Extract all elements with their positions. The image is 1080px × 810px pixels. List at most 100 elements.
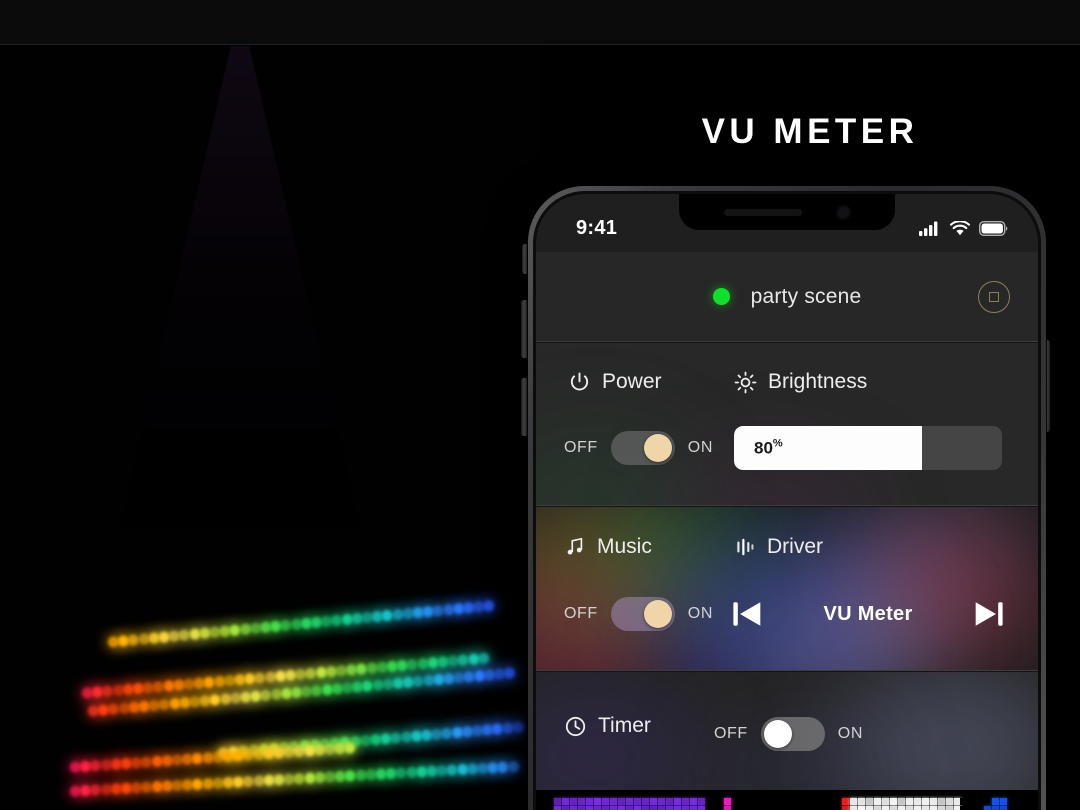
timer-label-row: Timer bbox=[564, 714, 651, 738]
skip-next-icon[interactable] bbox=[970, 595, 1008, 633]
led-matrix-cell bbox=[898, 806, 905, 810]
led-matrix-cell bbox=[866, 798, 873, 805]
led-matrix-cell bbox=[578, 806, 585, 810]
power-toggle-knob bbox=[644, 434, 672, 462]
led-matrix-cell bbox=[626, 806, 633, 810]
led-matrix-cell bbox=[850, 798, 857, 805]
led-matrix-cell bbox=[906, 806, 913, 810]
led-matrix-cell bbox=[666, 806, 673, 810]
led-matrix-cell bbox=[914, 806, 921, 810]
led-matrix-segment bbox=[554, 798, 705, 810]
stop-record-icon[interactable] bbox=[978, 281, 1010, 313]
volume-down-button[interactable] bbox=[521, 378, 527, 436]
led-matrix-cell bbox=[946, 806, 953, 810]
equalizer-icon bbox=[734, 536, 756, 558]
volume-up-button[interactable] bbox=[521, 300, 527, 358]
timer-label: Timer bbox=[598, 714, 651, 738]
led-matrix-cell bbox=[842, 806, 849, 810]
led-matrix-cell bbox=[984, 798, 991, 805]
page-title: VU METER bbox=[540, 112, 1080, 152]
led-bars bbox=[0, 46, 540, 810]
led-matrix-segment bbox=[826, 798, 849, 810]
led-matrix-cell bbox=[930, 798, 937, 805]
power-label-row: Power bbox=[568, 370, 662, 394]
music-off-label: OFF bbox=[564, 605, 598, 623]
skip-previous-icon[interactable] bbox=[728, 595, 766, 633]
led-matrix-cell bbox=[898, 798, 905, 805]
led-matrix-segment bbox=[960, 798, 1007, 810]
power-on-label: ON bbox=[688, 439, 713, 457]
led-matrix-cell bbox=[968, 806, 975, 810]
led-matrix-cell bbox=[858, 806, 865, 810]
brightness-label-row: Brightness bbox=[734, 370, 867, 394]
led-matrix-cell bbox=[922, 798, 929, 805]
earpiece-speaker-icon bbox=[724, 209, 802, 216]
led-matrix-cell bbox=[594, 806, 601, 810]
silent-switch[interactable] bbox=[522, 244, 527, 274]
top-bar bbox=[0, 0, 1080, 45]
clock-icon bbox=[564, 715, 587, 738]
music-on-label: ON bbox=[688, 605, 713, 623]
led-matrix-cell bbox=[906, 798, 913, 805]
power-label: Power bbox=[602, 370, 662, 394]
brightness-value: 80% bbox=[754, 438, 783, 459]
led-matrix-cell bbox=[866, 806, 873, 810]
led-matrix-cell bbox=[874, 798, 881, 805]
led-matrix-cell bbox=[882, 798, 889, 805]
led-matrix-cell bbox=[650, 798, 657, 805]
power-icon bbox=[568, 371, 591, 394]
led-matrix-cell bbox=[946, 798, 953, 805]
phone-device: 9:41 party scene Power Brightness OFF ON… bbox=[528, 186, 1046, 810]
led-matrix-cell bbox=[938, 806, 945, 810]
phone-screen: 9:41 party scene Power Brightness OFF ON… bbox=[536, 194, 1038, 810]
led-matrix-cell bbox=[922, 806, 929, 810]
led-pixel bbox=[483, 600, 495, 612]
timer-toggle-row[interactable]: OFF ON bbox=[714, 717, 863, 751]
led-matrix-cell bbox=[610, 806, 617, 810]
timer-on-label: ON bbox=[838, 725, 863, 743]
led-matrix-cell bbox=[674, 798, 681, 805]
power-toggle-row[interactable]: OFF ON bbox=[564, 431, 713, 465]
led-matrix-cell bbox=[914, 798, 921, 805]
led-matrix-cell bbox=[890, 806, 897, 810]
driver-label-row: Driver bbox=[734, 535, 823, 559]
music-toggle-knob bbox=[644, 600, 672, 628]
led-matrix-cell bbox=[650, 806, 657, 810]
led-matrix-cell bbox=[634, 806, 641, 810]
led-matrix-cell bbox=[602, 798, 609, 805]
signal-bars-icon bbox=[919, 221, 941, 236]
power-toggle[interactable] bbox=[611, 431, 675, 465]
led-matrix-cell bbox=[586, 806, 593, 810]
led-matrix-cell bbox=[690, 806, 697, 810]
scene-name: party scene bbox=[751, 285, 862, 309]
led-matrix-cell bbox=[698, 806, 705, 810]
phone-bezel: 9:41 party scene Power Brightness OFF ON… bbox=[533, 191, 1041, 810]
led-matrix-segment bbox=[724, 798, 731, 810]
led-matrix-cell bbox=[984, 806, 991, 810]
led-matrix-cell bbox=[602, 806, 609, 810]
led-matrix-cell bbox=[890, 798, 897, 805]
timer-toggle[interactable] bbox=[761, 717, 825, 751]
wifi-icon bbox=[950, 221, 970, 236]
led-matrix-cell bbox=[992, 806, 999, 810]
led-matrix-cell bbox=[682, 798, 689, 805]
led-bar bbox=[107, 600, 494, 651]
driver-label: Driver bbox=[767, 535, 823, 559]
led-matrix-cell bbox=[834, 806, 841, 810]
timer-section: Timer OFF ON bbox=[536, 672, 1038, 790]
led-pixel bbox=[512, 721, 524, 733]
brightness-slider[interactable]: 80% bbox=[734, 426, 1002, 470]
led-matrix-cell bbox=[562, 806, 569, 810]
music-toggle[interactable] bbox=[611, 597, 675, 631]
led-matrix-cell bbox=[976, 806, 983, 810]
status-dot bbox=[713, 288, 730, 305]
led-matrix-cell bbox=[658, 806, 665, 810]
music-toggle-row[interactable]: OFF ON bbox=[564, 597, 713, 631]
led-matrix-cell bbox=[938, 798, 945, 805]
led-matrix-cell bbox=[658, 798, 665, 805]
scene-header[interactable]: party scene bbox=[536, 252, 1038, 342]
led-matrix-cell bbox=[690, 798, 697, 805]
phone-notch bbox=[679, 194, 895, 230]
led-matrix-cell bbox=[874, 806, 881, 810]
led-matrix-cell bbox=[698, 798, 705, 805]
